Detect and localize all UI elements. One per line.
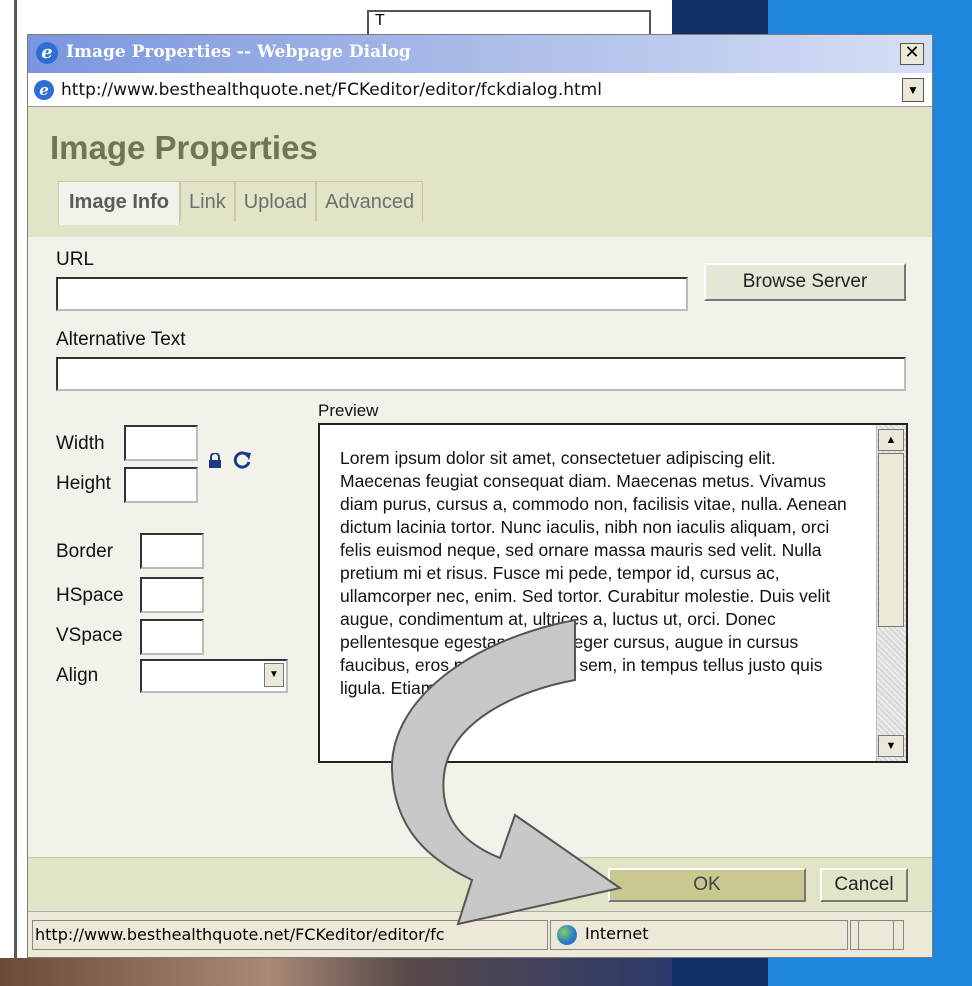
address-dropdown-button[interactable]: ▼ [902, 78, 924, 102]
tab-upload[interactable]: Upload [234, 181, 317, 221]
ie-icon: e [36, 42, 58, 64]
lock-icon[interactable] [208, 453, 222, 469]
scroll-up-button[interactable]: ▲ [878, 429, 904, 451]
zone-label: Internet [585, 924, 649, 943]
url-label: URL [56, 249, 95, 270]
hspace-input[interactable] [140, 577, 204, 613]
height-input[interactable] [124, 467, 198, 503]
status-cell [858, 920, 904, 950]
preview-label: Preview [318, 401, 379, 420]
background-text-field: T [367, 10, 651, 36]
border-input[interactable] [140, 533, 204, 569]
dialog-content: Image Properties Image Info Link Upload … [28, 107, 932, 857]
preview-area[interactable]: Lorem ipsum dolor sit amet, consectetuer… [318, 423, 908, 763]
ie-icon: e [34, 80, 54, 100]
status-url: http://www.besthealthquote.net/FCKeditor… [32, 920, 548, 950]
scroll-down-button[interactable]: ▼ [878, 735, 904, 757]
address-bar: e http://www.besthealthquote.net/FCKedit… [28, 73, 932, 107]
close-button[interactable]: ✕ [900, 43, 924, 65]
status-bar: http://www.besthealthquote.net/FCKeditor… [28, 911, 932, 957]
preview-text: Lorem ipsum dolor sit amet, consectetuer… [340, 448, 847, 698]
align-select[interactable]: ▼ [140, 659, 288, 693]
dialog-header: Image Properties Image Info Link Upload … [28, 107, 932, 237]
dialog-footer: OK Cancel [28, 857, 932, 911]
preview-scrollbar[interactable]: ▲ ▼ [876, 425, 906, 761]
address-text: http://www.besthealthquote.net/FCKeditor… [61, 80, 602, 100]
background-photo-strip [0, 958, 672, 986]
reset-size-icon[interactable] [232, 450, 252, 470]
tab-link[interactable]: Link [180, 181, 235, 221]
width-input[interactable] [124, 425, 198, 461]
security-zone: Internet [550, 920, 848, 950]
dialog-title: Image Properties [50, 129, 318, 166]
cancel-button[interactable]: Cancel [820, 868, 908, 902]
vspace-label: VSpace [56, 625, 123, 646]
webpage-dialog-window: e Image Properties -- Webpage Dialog ✕ e… [27, 34, 933, 958]
align-label: Align [56, 665, 99, 686]
scroll-thumb[interactable] [878, 453, 904, 627]
hspace-label: HSpace [56, 585, 124, 606]
width-label: Width [56, 433, 105, 454]
url-input[interactable] [56, 277, 688, 311]
chevron-down-icon: ▼ [907, 83, 919, 97]
ok-button[interactable]: OK [608, 868, 806, 902]
tab-image-info[interactable]: Image Info [58, 181, 181, 225]
alternative-text-input[interactable] [56, 357, 906, 391]
height-label: Height [56, 473, 111, 494]
browse-server-button[interactable]: Browse Server [704, 263, 906, 301]
chevron-down-icon[interactable]: ▼ [264, 663, 284, 687]
vspace-input[interactable] [140, 619, 204, 655]
tab-bar: Image Info Link Upload Advanced [58, 181, 424, 225]
close-icon: ✕ [904, 42, 920, 63]
window-title: Image Properties -- Webpage Dialog [66, 42, 411, 62]
title-bar[interactable]: e Image Properties -- Webpage Dialog ✕ [28, 35, 932, 73]
alternative-text-label: Alternative Text [56, 329, 186, 350]
globe-icon [557, 925, 577, 945]
background-window-edge [14, 0, 17, 960]
border-label: Border [56, 541, 114, 562]
tab-advanced[interactable]: Advanced [316, 181, 424, 221]
